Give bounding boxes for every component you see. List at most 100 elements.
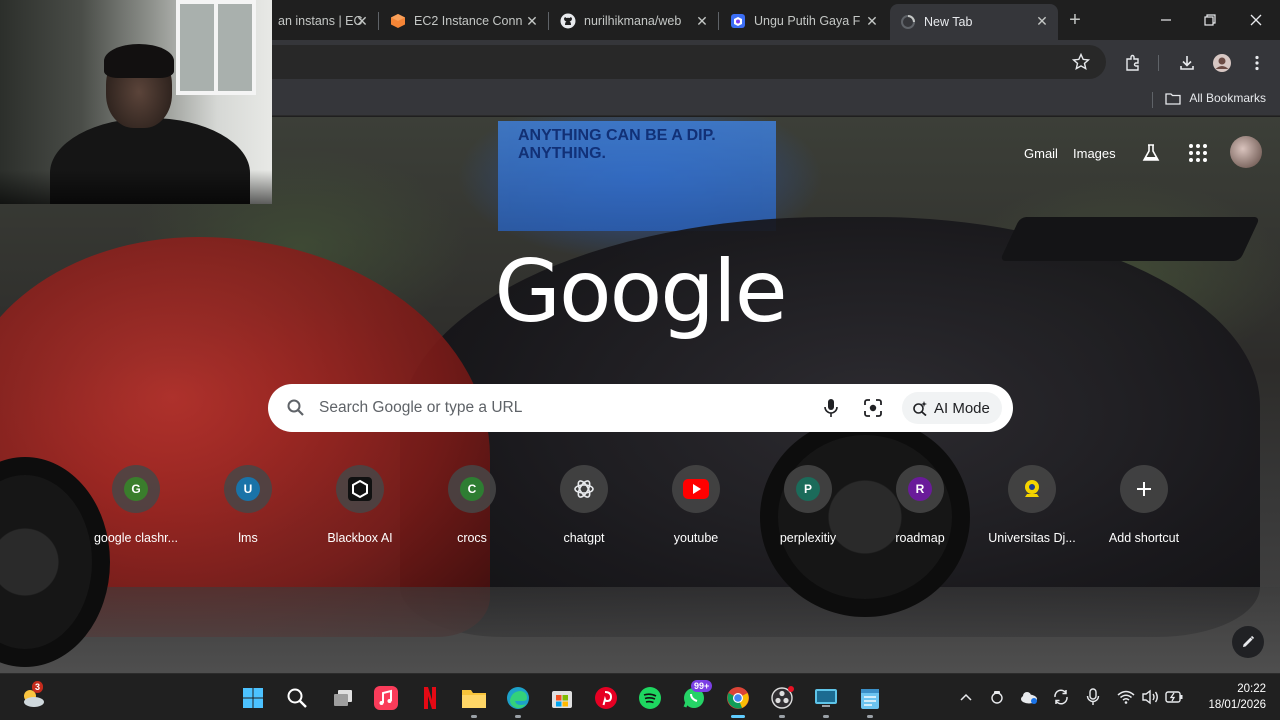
google-apps-icon[interactable]	[1187, 142, 1209, 164]
all-bookmarks-button[interactable]: All Bookmarks	[1165, 91, 1266, 105]
tab-close-icon[interactable]: ✕	[1034, 13, 1050, 30]
tab-close-icon[interactable]: ✕	[354, 13, 370, 30]
volume-icon[interactable]	[1140, 687, 1160, 707]
shortcut-tile[interactable]: Universitas Dj...	[976, 463, 1088, 553]
edge-icon[interactable]	[503, 683, 533, 718]
app-running-indicator	[471, 715, 477, 718]
tab-github[interactable]: nurilhikmana/web ✕	[550, 6, 718, 36]
webcam-shadow	[0, 170, 272, 204]
shortcut-tile[interactable]: chatgpt	[528, 463, 640, 553]
extensions-icon[interactable]	[1122, 52, 1144, 74]
chevron-up-icon[interactable]	[956, 687, 976, 707]
pinterest-icon[interactable]	[591, 683, 621, 713]
aws-ec2-icon	[390, 13, 406, 29]
youtube-icon	[683, 479, 709, 499]
shortcut-tile[interactable]: P perplexitiy	[752, 463, 864, 553]
system-clock[interactable]: 20:22 18/01/2026	[1196, 681, 1266, 713]
close-window-icon[interactable]	[1236, 8, 1276, 32]
shortcut-tile[interactable]: youtube	[640, 463, 752, 553]
tab-ec2-connect[interactable]: EC2 Instance Conn ✕	[380, 6, 548, 36]
menu-kebab-icon[interactable]	[1246, 52, 1268, 74]
ai-mode-icon	[913, 401, 927, 416]
search-box[interactable]: Search Google or type a URL AI Mode	[268, 384, 1013, 432]
notepad-icon[interactable]	[855, 683, 885, 718]
tab-close-icon[interactable]: ✕	[524, 13, 540, 30]
shortcut-circle	[560, 465, 608, 513]
shortcut-label: Universitas Dj...	[988, 531, 1076, 545]
start-windows-icon[interactable]	[238, 683, 268, 713]
wifi-icon[interactable]	[1116, 687, 1136, 707]
apple-music-icon[interactable]	[371, 683, 401, 713]
shortcut-tile[interactable]: R roadmap	[864, 463, 976, 553]
account-avatar[interactable]	[1230, 136, 1262, 168]
canva-icon	[730, 13, 746, 29]
shortcut-circle	[1120, 465, 1168, 513]
images-link[interactable]: Images	[1073, 146, 1116, 161]
microsoft-store-icon[interactable]	[547, 683, 577, 713]
minimize-icon[interactable]	[1146, 8, 1186, 32]
add-shortcut-button[interactable]: Add shortcut	[1088, 463, 1200, 553]
remote-desktop-icon[interactable]	[811, 683, 841, 718]
bookmark-star-icon[interactable]	[1070, 51, 1092, 73]
tab-close-icon[interactable]: ✕	[864, 13, 880, 30]
whatsapp-icon[interactable]: 99+	[679, 680, 713, 713]
ai-mode-button[interactable]: AI Mode	[902, 392, 1002, 424]
shortcut-label: perplexitiy	[779, 531, 837, 545]
microphone-icon[interactable]	[1083, 687, 1103, 707]
labs-flask-icon[interactable]	[1140, 142, 1162, 164]
onedrive-sync-icon[interactable]	[987, 687, 1007, 707]
chatgpt-icon	[574, 480, 594, 498]
downloads-icon[interactable]	[1176, 52, 1198, 74]
app-running-indicator	[867, 715, 873, 718]
search-icon[interactable]	[282, 683, 312, 713]
restore-icon[interactable]	[1190, 8, 1230, 32]
shortcut-letter-badge: P	[796, 477, 820, 501]
folder-icon	[1165, 92, 1181, 105]
shortcut-letter-badge: R	[908, 477, 932, 501]
bookmarks-divider	[1152, 92, 1153, 108]
address-bar[interactable]	[230, 45, 1106, 79]
screen: an instans | EC ✕ EC2 Instance Conn ✕ nu…	[0, 0, 1280, 720]
tab-close-icon[interactable]: ✕	[694, 13, 710, 30]
new-tab-button[interactable]: +	[1062, 8, 1088, 34]
shortcut-tile[interactable]: Blackbox AI	[304, 463, 416, 553]
shortcut-tile[interactable]: U lms	[192, 463, 304, 553]
shortcut-label: Add shortcut	[1108, 531, 1180, 545]
netflix-icon[interactable]	[415, 683, 445, 713]
gmail-link[interactable]: Gmail	[1024, 146, 1058, 161]
github-icon	[560, 13, 576, 29]
shortcut-label: crocs	[457, 531, 487, 545]
battery-charging-icon[interactable]	[1164, 687, 1184, 707]
shortcut-label: roadmap	[895, 531, 945, 545]
tab-title: Ungu Putih Gaya F	[754, 14, 861, 28]
tab-separator	[378, 12, 379, 30]
customize-chrome-button[interactable]	[1232, 626, 1264, 658]
shortcut-tile[interactable]: G google clashr...	[80, 463, 192, 553]
sync-icon[interactable]	[1051, 687, 1071, 707]
spotify-icon[interactable]	[635, 683, 665, 713]
shortcut-circle	[336, 465, 384, 513]
ai-mode-label: AI Mode	[934, 399, 990, 417]
webcam-background-window	[176, 0, 256, 95]
google-lens-icon[interactable]	[862, 397, 884, 419]
widgets-weather-icon[interactable]: 3	[18, 681, 48, 713]
shortcut-label: Blackbox AI	[327, 531, 393, 545]
shortcut-tile[interactable]: C crocs	[416, 463, 528, 553]
shortcut-circle: G	[112, 465, 160, 513]
obs-record-icon[interactable]	[767, 683, 797, 718]
tab-new-tab-active[interactable]: New Tab ✕	[890, 4, 1058, 40]
profile-avatar-icon[interactable]	[1211, 52, 1233, 74]
shortcut-circle	[672, 465, 720, 513]
tab-canva[interactable]: Ungu Putih Gaya F ✕	[720, 6, 888, 36]
file-explorer-icon[interactable]	[459, 683, 489, 718]
chrome-icon[interactable]	[723, 683, 753, 718]
voice-search-mic-icon[interactable]	[820, 397, 842, 419]
task-view-icon[interactable]	[328, 683, 358, 713]
blackbox-ai-icon	[348, 477, 372, 501]
shortcut-circle: U	[224, 465, 272, 513]
webcam-person-hair	[104, 44, 174, 78]
tab-title: New Tab	[924, 15, 973, 29]
shortcut-circle: P	[784, 465, 832, 513]
cloud-icon[interactable]	[1019, 687, 1039, 707]
tab-ec-instance[interactable]: an instans | EC ✕	[268, 6, 378, 36]
